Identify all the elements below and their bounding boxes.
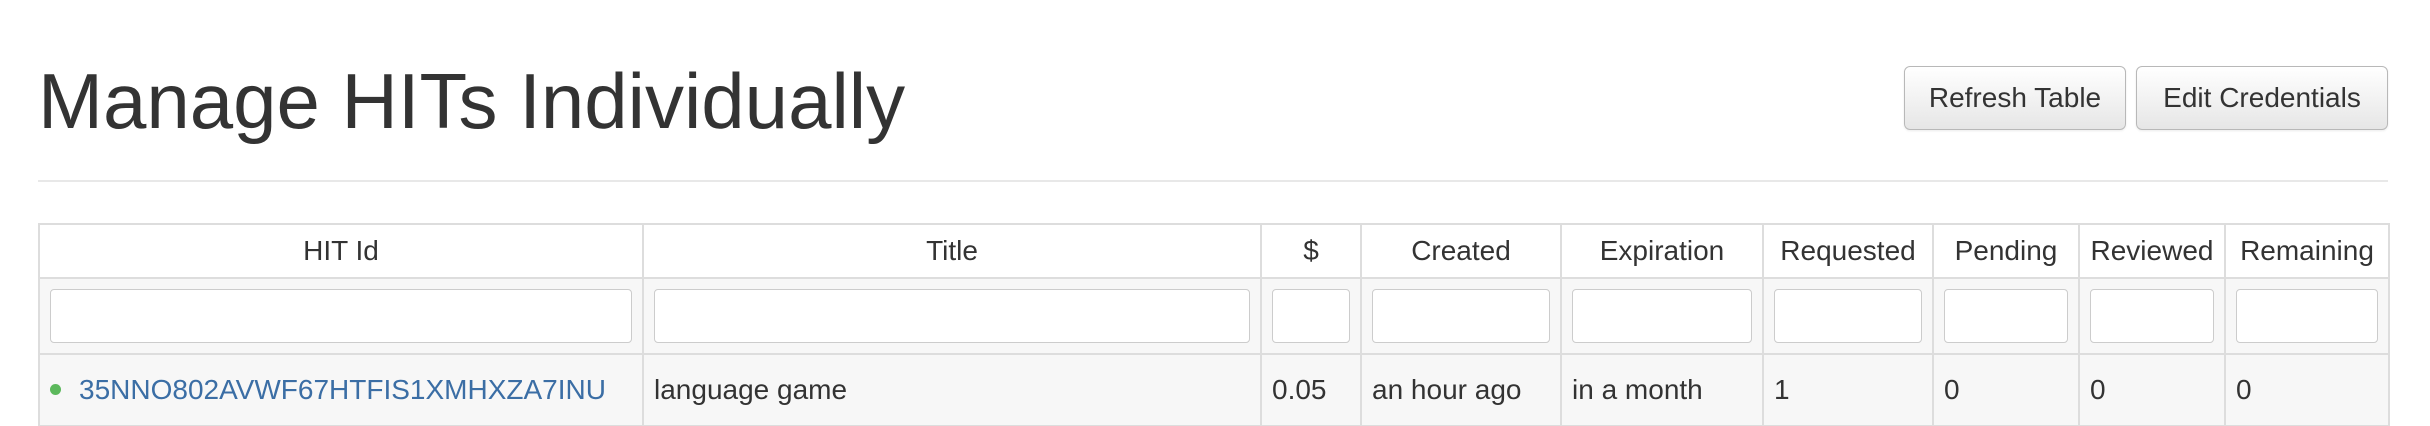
filter-cell-requested — [1762, 277, 1934, 355]
table-header-row: HIT Id Title $ Created Expiration Reques… — [38, 223, 2390, 279]
filter-cell-title — [642, 277, 1262, 355]
filter-input-pending[interactable] — [1944, 289, 2068, 343]
cell-remaining: 0 — [2224, 353, 2390, 426]
cell-reviewed: 0 — [2078, 353, 2226, 426]
table-row[interactable]: 35NNO802AVWF67HTFIS1XMHXZA7INU language … — [38, 353, 2390, 426]
filter-input-reward[interactable] — [1272, 289, 1350, 343]
cell-created: an hour ago — [1360, 353, 1562, 426]
cell-expiration: in a month — [1560, 353, 1764, 426]
column-header-reviewed[interactable]: Reviewed — [2078, 223, 2226, 279]
column-header-remaining[interactable]: Remaining — [2224, 223, 2390, 279]
hit-id-link[interactable]: 35NNO802AVWF67HTFIS1XMHXZA7INU — [79, 374, 606, 405]
cell-pending: 0 — [1932, 353, 2080, 426]
filter-cell-hit-id — [38, 277, 644, 355]
filter-cell-reward — [1260, 277, 1362, 355]
cell-title: language game — [642, 353, 1262, 426]
filter-input-expiration[interactable] — [1572, 289, 1752, 343]
filter-input-remaining[interactable] — [2236, 289, 2378, 343]
filter-cell-remaining — [2224, 277, 2390, 355]
filter-input-created[interactable] — [1372, 289, 1550, 343]
column-header-created[interactable]: Created — [1360, 223, 1562, 279]
status-dot-icon — [50, 384, 61, 396]
column-header-requested[interactable]: Requested — [1762, 223, 1934, 279]
header-divider — [38, 180, 2388, 182]
cell-reward: 0.05 — [1260, 353, 1362, 426]
filter-cell-pending — [1932, 277, 2080, 355]
hits-table: HIT Id Title $ Created Expiration Reques… — [38, 223, 2390, 426]
filter-input-requested[interactable] — [1774, 289, 1922, 343]
filter-cell-expiration — [1560, 277, 1764, 355]
column-header-reward[interactable]: $ — [1260, 223, 1362, 279]
cell-hit-id: 35NNO802AVWF67HTFIS1XMHXZA7INU — [38, 353, 644, 426]
filter-cell-reviewed — [2078, 277, 2226, 355]
filter-input-title[interactable] — [654, 289, 1250, 343]
manage-hits-page: Manage HITs Individually Refresh Table E… — [0, 0, 2430, 426]
refresh-table-button[interactable]: Refresh Table — [1904, 66, 2126, 130]
filter-cell-created — [1360, 277, 1562, 355]
filter-input-reviewed[interactable] — [2090, 289, 2214, 343]
filter-input-hit-id[interactable] — [50, 289, 632, 343]
column-header-pending[interactable]: Pending — [1932, 223, 2080, 279]
edit-credentials-button[interactable]: Edit Credentials — [2136, 66, 2388, 130]
page-title: Manage HITs Individually — [38, 57, 906, 145]
table-filter-row — [38, 277, 2390, 355]
column-header-title[interactable]: Title — [642, 223, 1262, 279]
column-header-hit-id[interactable]: HIT Id — [38, 223, 644, 279]
cell-requested: 1 — [1762, 353, 1934, 426]
column-header-expiration[interactable]: Expiration — [1560, 223, 1764, 279]
